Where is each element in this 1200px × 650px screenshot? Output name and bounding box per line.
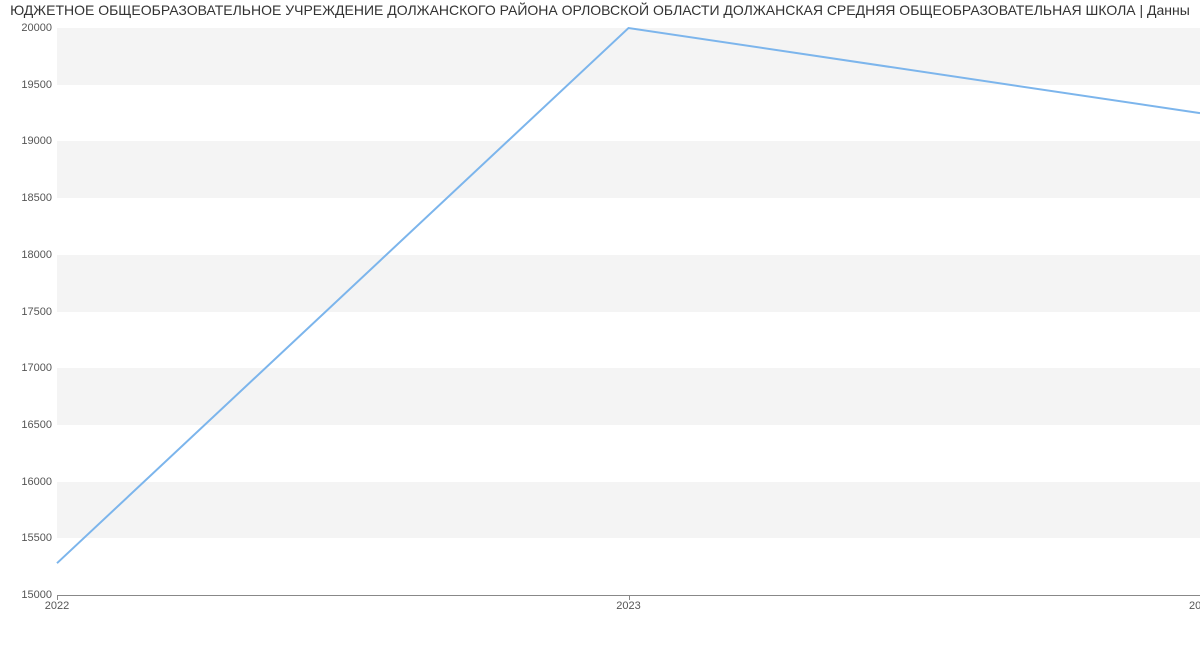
y-tick: 19000 <box>12 135 52 147</box>
y-tick: 16500 <box>12 419 52 431</box>
y-tick: 16000 <box>12 476 52 488</box>
y-tick: 15500 <box>12 532 52 544</box>
y-tick: 17000 <box>12 362 52 374</box>
y-tick: 17500 <box>12 306 52 318</box>
y-tick: 20000 <box>12 22 52 34</box>
y-tick: 19500 <box>12 79 52 91</box>
data-line <box>57 28 1200 595</box>
y-tick: 18500 <box>12 192 52 204</box>
x-tick: 2024 <box>1189 600 1200 612</box>
chart-title: ЮДЖЕТНОЕ ОБЩЕОБРАЗОВАТЕЛЬНОЕ УЧРЕЖДЕНИЕ … <box>0 2 1200 18</box>
y-tick: 18000 <box>12 249 52 261</box>
x-tick: 2023 <box>616 600 640 612</box>
x-tick: 2022 <box>45 600 69 612</box>
plot-area <box>57 28 1200 596</box>
